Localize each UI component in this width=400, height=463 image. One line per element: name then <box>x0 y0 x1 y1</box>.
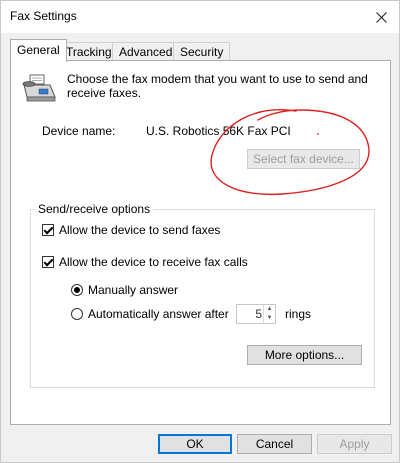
allow-receive-label: Allow the device to receive fax calls <box>59 255 248 269</box>
apply-button[interactable]: Apply <box>317 434 392 454</box>
rings-value[interactable]: 5 <box>255 307 262 321</box>
window-title: Fax Settings <box>10 9 77 23</box>
manual-answer-radio[interactable] <box>71 284 83 296</box>
rings-spinner[interactable]: 5 ▲ ▼ <box>236 304 276 324</box>
fax-modem-description: Choose the fax modem that you want to us… <box>67 72 368 100</box>
general-panel: Choose the fax modem that you want to us… <box>10 60 391 425</box>
auto-answer-label: Automatically answer after <box>88 307 229 321</box>
allow-send-label: Allow the device to send faxes <box>59 223 221 237</box>
tab-security[interactable]: Security <box>173 42 231 61</box>
spinner-down-icon[interactable]: ▼ <box>264 314 275 323</box>
select-fax-device-button[interactable]: Select fax device... <box>247 149 360 169</box>
send-receive-options-label: Send/receive options <box>35 202 154 216</box>
allow-send-row[interactable]: Allow the device to send faxes <box>42 223 220 237</box>
device-name-value: U.S. Robotics 56K Fax PCI <box>146 124 291 138</box>
rings-spinner-arrows[interactable]: ▲ ▼ <box>263 305 275 323</box>
auto-answer-row[interactable]: Automatically answer after <box>71 307 229 321</box>
cancel-button[interactable]: Cancel <box>237 434 312 454</box>
allow-receive-checkbox[interactable] <box>42 256 54 268</box>
auto-answer-radio[interactable] <box>71 308 83 320</box>
allow-send-checkbox[interactable] <box>42 224 54 236</box>
fax-settings-window: Fax Settings General Tracking Advanced S… <box>0 0 400 463</box>
tab-advanced[interactable]: Advanced <box>112 42 180 61</box>
title-bar[interactable]: Fax Settings <box>1 1 399 33</box>
close-icon <box>375 11 387 23</box>
close-button[interactable] <box>363 1 399 33</box>
fax-machine-icon <box>22 74 56 102</box>
device-name-label: Device name: <box>42 124 116 138</box>
spinner-up-icon[interactable]: ▲ <box>264 305 275 314</box>
manual-answer-label: Manually answer <box>88 283 179 297</box>
allow-receive-row[interactable]: Allow the device to receive fax calls <box>42 255 248 269</box>
rings-label: rings <box>285 307 312 321</box>
ok-button[interactable]: OK <box>158 434 232 454</box>
tab-tracking[interactable]: Tracking <box>59 42 119 61</box>
tab-general[interactable]: General <box>10 39 67 62</box>
manual-answer-row[interactable]: Manually answer <box>71 283 178 297</box>
more-options-button[interactable]: More options... <box>247 345 362 365</box>
